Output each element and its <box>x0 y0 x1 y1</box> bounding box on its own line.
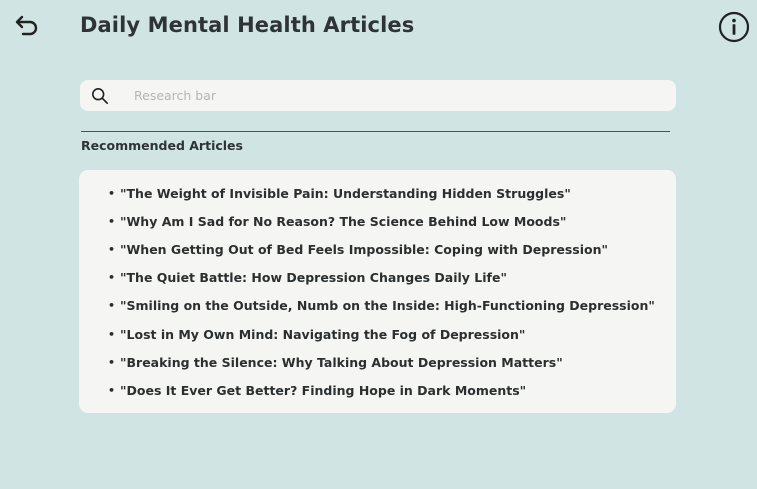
article-link[interactable]: • "The Weight of Invisible Pain: Underst… <box>108 179 655 207</box>
bullet: • <box>108 383 116 397</box>
search-icon <box>91 87 109 105</box>
info-circle-icon <box>718 11 750 43</box>
bullet: • <box>108 214 116 228</box>
search-input[interactable] <box>134 80 654 111</box>
bullet: • <box>108 299 116 313</box>
article-link[interactable]: • "Does It Ever Get Better? Finding Hope… <box>108 376 655 404</box>
article-link[interactable]: • "Lost in My Own Mind: Navigating the F… <box>108 320 655 348</box>
back-button[interactable] <box>10 11 44 41</box>
article-title: "Why Am I Sad for No Reason? The Science… <box>120 213 567 229</box>
section-heading: Recommended Articles <box>81 138 243 153</box>
info-button[interactable] <box>718 11 750 43</box>
article-title: "Lost in My Own Mind: Navigating the Fog… <box>120 326 526 342</box>
articles-card: • "The Weight of Invisible Pain: Underst… <box>79 170 676 413</box>
article-link[interactable]: • "Breaking the Silence: Why Talking Abo… <box>108 348 655 376</box>
article-title: "The Weight of Invisible Pain: Understan… <box>120 185 571 201</box>
article-title: "The Quiet Battle: How Depression Change… <box>120 270 507 286</box>
bullet: • <box>108 327 116 341</box>
undo-arrow-icon <box>15 15 38 36</box>
articles-list: • "The Weight of Invisible Pain: Underst… <box>108 179 655 405</box>
divider <box>81 131 670 132</box>
article-title: "Does It Ever Get Better? Finding Hope i… <box>120 382 527 398</box>
article-link[interactable]: • "The Quiet Battle: How Depression Chan… <box>108 264 655 292</box>
article-title: "Breaking the Silence: Why Talking About… <box>120 354 563 370</box>
page-title: Daily Mental Health Articles <box>80 13 415 37</box>
bullet: • <box>108 186 116 200</box>
bullet: • <box>108 355 116 369</box>
article-title: "Smiling on the Outside, Numb on the Ins… <box>120 298 655 314</box>
bullet: • <box>108 271 116 285</box>
bullet: • <box>108 242 116 256</box>
article-title: "When Getting Out of Bed Feels Impossibl… <box>120 241 608 257</box>
article-link[interactable]: • "Why Am I Sad for No Reason? The Scien… <box>108 207 655 235</box>
search-bar[interactable] <box>80 80 676 111</box>
article-link[interactable]: • "When Getting Out of Bed Feels Impossi… <box>108 235 655 263</box>
article-link[interactable]: • "Smiling on the Outside, Numb on the I… <box>108 292 655 320</box>
